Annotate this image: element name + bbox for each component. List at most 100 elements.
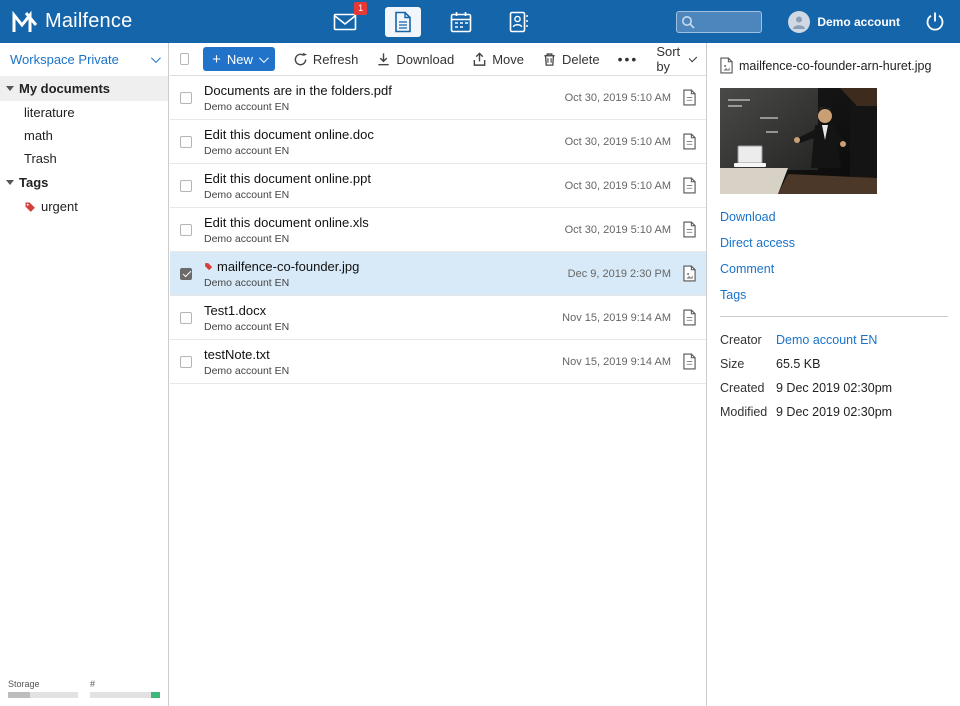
file-owner: Demo account EN [204,188,290,201]
sidebar-item-literature[interactable]: literature [0,101,168,124]
file-row[interactable]: Edit this document online.ppt Demo accou… [170,164,706,208]
mailfence-logo-icon [12,10,38,32]
file-row[interactable]: Edit this document online.doc Demo accou… [170,120,706,164]
file-date: Oct 30, 2019 5:10 AM [564,179,671,192]
caret-down-icon [6,180,14,185]
search-icon [682,15,695,29]
file-type-icon [683,221,696,238]
sidebar: Workspace Private My documents literatur… [0,43,169,706]
creator-value[interactable]: Demo account EN [776,333,877,347]
chevron-down-icon [150,53,161,64]
details-filename: mailfence-co-founder-arn-huret.jpg [739,58,932,73]
modified-label: Modified [720,405,768,419]
file-owner: Demo account EN [204,144,290,157]
file-row-selected[interactable]: mailfence-co-founder.jpg Demo account EN… [170,252,706,296]
sidebar-item-my-documents[interactable]: My documents [0,76,168,101]
sidebar-section-tags[interactable]: Tags [0,170,168,195]
file-date: Oct 30, 2019 5:10 AM [564,135,671,148]
sidebar-item-tag-urgent[interactable]: urgent [0,195,168,218]
file-owner: Demo account EN [204,100,290,113]
file-owner: Demo account EN [204,320,290,333]
created-value: 9 Dec 2019 02:30pm [776,381,893,395]
new-button[interactable]: + New [203,47,275,71]
top-nav: 1 [327,1,537,37]
details-header: mailfence-co-founder-arn-huret.jpg [720,57,948,74]
sidebar-item-trash[interactable]: Trash [0,147,168,170]
delete-button[interactable]: Delete [542,52,600,67]
file-date: Nov 15, 2019 9:14 AM [562,355,671,368]
avatar-person-icon [793,16,806,29]
file-date: Dec 9, 2019 2:30 PM [567,267,671,280]
move-button[interactable]: Move [472,52,524,67]
brand-name: Mailfence [45,10,133,32]
nav-documents-button[interactable] [385,6,422,37]
tags-label: Tags [19,175,49,190]
details-download-link[interactable]: Download [720,210,948,224]
row-checkbox[interactable] [180,267,192,280]
sort-by-button[interactable]: Sort by [656,44,698,74]
file-name: Documents are in the folders.pdf [204,82,392,98]
workspace-label: Workspace Private [10,52,119,67]
calendar-icon [450,11,472,32]
app-window: Mailfence 1 Demo account Workspace Priva… [0,0,960,706]
workspace-selector[interactable]: Workspace Private [0,43,168,76]
nav-calendar-button[interactable] [443,7,479,37]
chevron-down-icon [258,52,269,63]
file-icon [720,57,733,74]
download-button[interactable]: Download [376,52,454,67]
prop-created: Created 9 Dec 2019 02:30pm [720,381,948,395]
file-preview-image[interactable] [720,88,877,194]
row-checkbox[interactable] [180,91,192,104]
chevron-down-icon [688,53,698,62]
storage-label: Storage [8,679,40,689]
avatar [788,10,811,33]
trash-icon [544,52,555,66]
move-label: Move [492,51,525,67]
file-name: Edit this document online.ppt [204,170,371,186]
nav-contacts-button[interactable] [501,7,537,37]
count-bar [90,692,160,698]
search-box [676,10,763,33]
plus-icon: + [212,50,221,68]
more-actions-button[interactable]: ••• [618,51,639,67]
account-name: Demo account [817,14,900,29]
details-comment-link[interactable]: Comment [720,262,948,276]
storage-bar [8,692,78,698]
mailfence-logo[interactable]: Mailfence [12,10,188,33]
file-row[interactable]: Test1.docx Demo account EN Nov 15, 2019 … [170,296,706,340]
modified-value: 9 Dec 2019 02:30pm [776,405,893,419]
details-tags-link[interactable]: Tags [720,288,948,302]
tag-urgent-label: urgent [41,199,78,214]
sidebar-item-math[interactable]: math [0,124,168,147]
delete-label: Delete [562,51,600,67]
row-checkbox[interactable] [180,135,192,148]
row-checkbox[interactable] [180,311,192,324]
size-value: 65.5 KB [776,357,821,371]
topbar: Mailfence 1 Demo account [0,0,960,43]
my-documents-label: My documents [19,81,111,96]
file-row[interactable]: Edit this document online.xls Demo accou… [170,208,706,252]
download-icon [378,52,390,65]
row-checkbox[interactable] [180,355,192,368]
file-row[interactable]: testNote.txt Demo account EN Nov 15, 201… [170,340,706,384]
mail-unread-badge: 1 [354,1,368,15]
contacts-icon [509,11,529,32]
row-checkbox[interactable] [180,223,192,236]
logout-button[interactable] [924,11,946,33]
row-checkbox[interactable] [180,179,192,192]
nav-mail-button[interactable]: 1 [327,1,368,37]
prop-modified: Modified 9 Dec 2019 02:30pm [720,405,948,419]
details-direct-access-link[interactable]: Direct access [720,236,948,250]
account-menu[interactable]: Demo account [788,10,900,33]
refresh-button[interactable]: Refresh [293,52,358,67]
storage-meters: Storage # [0,673,168,706]
download-label: Download [396,51,455,67]
select-all-checkbox[interactable] [180,53,190,65]
file-row[interactable]: Documents are in the folders.pdf Demo ac… [170,76,706,120]
file-date: Oct 30, 2019 5:10 AM [564,91,671,104]
file-name: mailfence-co-founder.jpg [217,258,360,274]
power-icon [926,12,944,30]
prop-creator: Creator Demo account EN [720,333,948,347]
sort-by-label: Sort by [656,44,681,74]
toolbar: + New Refresh Download Move Delete ••• S… [170,43,706,76]
